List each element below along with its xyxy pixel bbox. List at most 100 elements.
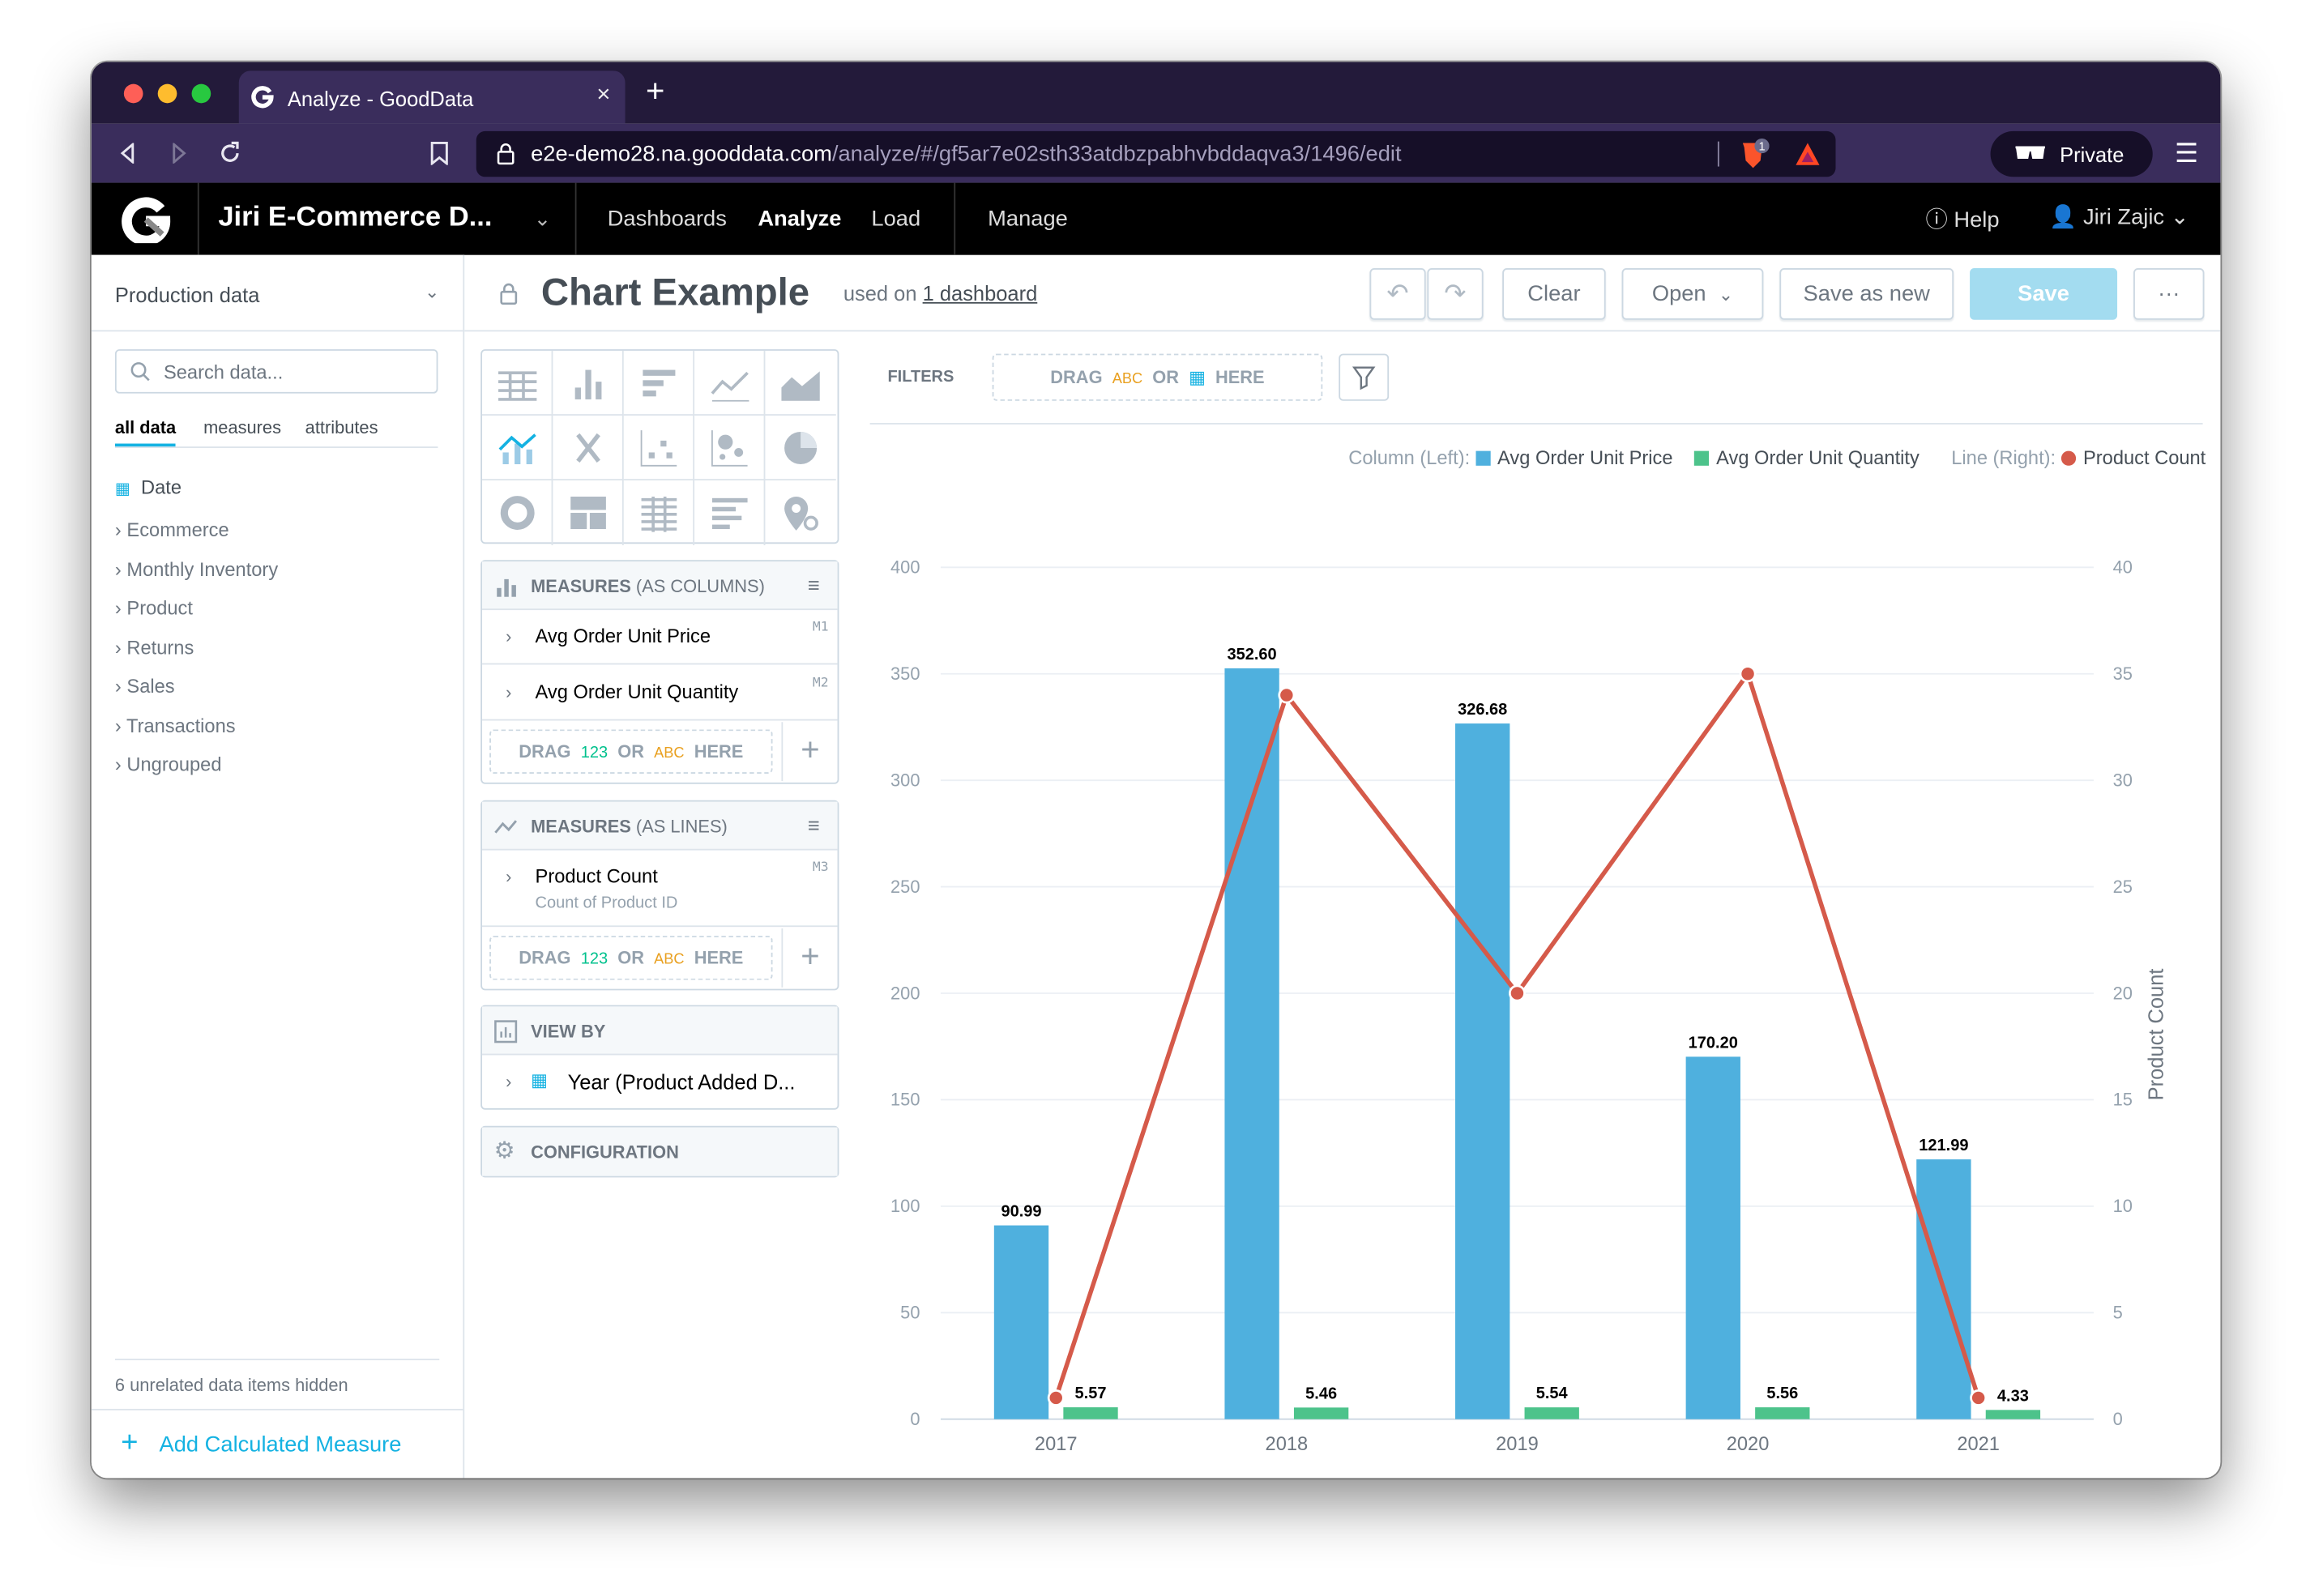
catalog-folder-returns[interactable]: › Returns	[115, 637, 194, 659]
undo-button[interactable]: ↶	[1369, 268, 1426, 320]
add-calculated-measure-button[interactable]: + Add Calculated Measure	[91, 1408, 463, 1478]
chevron-right-icon[interactable]: ›	[506, 1071, 511, 1091]
catalog-folder-monthly-inventory[interactable]: › Monthly Inventory	[115, 558, 278, 580]
catalog-folder-transactions[interactable]: › Transactions	[115, 715, 236, 736]
bucket-drop-zone[interactable]: DRAG 123 OR ABC HERE	[489, 729, 773, 774]
save-button[interactable]: Save	[1970, 268, 2118, 320]
tab-all-data[interactable]: all data	[114, 417, 177, 447]
nav-load[interactable]: Load	[871, 207, 920, 232]
viz-line-button[interactable]	[694, 350, 766, 416]
calendar-icon: ▦	[1189, 366, 1206, 388]
legend-item[interactable]: Avg Order Unit Quantity	[1716, 446, 1920, 468]
open-button[interactable]: Open ⌄	[1621, 268, 1764, 320]
catalog-filter-tabs: all data measures attributes	[114, 416, 438, 448]
bucket-item[interactable]: › ▦ Year (Product Added D...	[482, 1055, 838, 1109]
viz-heatmap-button[interactable]	[624, 480, 695, 546]
viz-column-button[interactable]	[553, 350, 624, 416]
zoom-window-button[interactable]	[191, 83, 211, 104]
viz-scatter-button[interactable]	[623, 415, 695, 481]
viz-pie-button[interactable]	[765, 416, 836, 481]
legend-item[interactable]: Product Count	[2083, 446, 2206, 468]
viz-geo-button[interactable]	[765, 480, 835, 545]
catalog-item-date[interactable]: ▦ Date	[115, 476, 181, 498]
user-menu[interactable]: 👤 Jiri Zajic ⌄	[2049, 203, 2189, 230]
insight-title[interactable]: Chart Example	[541, 270, 809, 315]
more-options-button[interactable]: ···	[2133, 268, 2205, 320]
catalog-item-label: Transactions	[126, 715, 236, 737]
chevron-right-icon[interactable]: ›	[506, 682, 511, 702]
viz-bullet-button[interactable]	[553, 415, 624, 481]
redo-button[interactable]: ↷	[1427, 268, 1484, 320]
close-window-button[interactable]	[123, 83, 143, 104]
chevron-right-icon[interactable]: ›	[506, 626, 511, 647]
chevron-right-icon[interactable]: ›	[506, 867, 511, 887]
catalog-folder-product[interactable]: › Product	[115, 597, 193, 619]
user-name: Jiri Zajic	[2082, 204, 2165, 230]
app-header: Jiri E-Commerce D... ⌄ Dashboards Analyz…	[91, 182, 2221, 255]
viz-table-button[interactable]	[482, 350, 553, 416]
reload-icon[interactable]	[218, 141, 241, 165]
close-tab-icon[interactable]: ×	[596, 83, 610, 109]
tab-attributes[interactable]: attributes	[305, 417, 378, 437]
bucket-title-main: MEASURES	[531, 576, 631, 597]
clear-button[interactable]: Clear	[1502, 268, 1606, 320]
legend-item[interactable]: Avg Order Unit Price	[1497, 446, 1672, 468]
add-measure-plus-icon[interactable]: +	[781, 722, 837, 782]
browser-tab[interactable]: Analyze - GoodData ×	[238, 70, 626, 124]
viz-bar-button[interactable]	[623, 350, 695, 416]
datasource-selector[interactable]: Production data ⌄	[91, 255, 463, 332]
bucket-title-suffix: (AS COLUMNS)	[635, 576, 765, 597]
menu-icon[interactable]: ☰	[2175, 139, 2198, 169]
bucket-item[interactable]: › Avg Order Unit Quantity M2	[482, 666, 838, 721]
bucket-menu-icon[interactable]: ≡	[808, 574, 820, 597]
private-window-badge[interactable]: Private	[1990, 130, 2153, 177]
visualization-type-picker	[480, 349, 839, 546]
chevron-down-icon[interactable]: ⌄	[534, 207, 551, 232]
bar-chart-icon	[643, 369, 676, 397]
bat-rewards-icon[interactable]	[1793, 140, 1822, 169]
gooddata-logo-icon[interactable]	[121, 196, 171, 244]
nav-dashboards[interactable]: Dashboards	[608, 207, 727, 232]
catalog-folder-sales[interactable]: › Sales	[115, 675, 175, 697]
bucket-item[interactable]: › Product Count Count of Product ID M3	[482, 851, 838, 928]
catalog-folder-ungrouped[interactable]: › Ungrouped	[115, 753, 222, 775]
line-point-product-count	[1278, 686, 1296, 704]
drop-or: OR	[617, 740, 645, 762]
viz-donut-button[interactable]	[482, 480, 553, 546]
minimize-window-button[interactable]	[157, 83, 177, 104]
brave-shield-icon[interactable]: 1	[1737, 138, 1770, 171]
tab-measures[interactable]: measures	[203, 417, 281, 437]
viz-combo-button[interactable]	[482, 415, 553, 481]
forward-icon[interactable]	[168, 143, 188, 164]
save-as-new-button[interactable]: Save as new	[1779, 268, 1954, 320]
workspace-name[interactable]: Jiri E-Commerce D...	[218, 202, 492, 234]
configuration-panel[interactable]: ⚙ CONFIGURATION	[480, 1125, 839, 1178]
viz-headline-button[interactable]	[694, 480, 766, 546]
bucket-drop-zone[interactable]: DRAG 123 OR ABC HERE	[489, 936, 773, 980]
filter-drop-zone[interactable]: DRAG ABC OR ▦ HERE	[992, 353, 1323, 401]
search-input[interactable]	[163, 356, 429, 386]
user-icon: 👤	[2049, 204, 2078, 230]
filter-settings-button[interactable]	[1339, 353, 1390, 401]
new-tab-button[interactable]: +	[646, 75, 664, 107]
viz-bubble-button[interactable]	[694, 415, 766, 481]
used-on-dashboard-link[interactable]: 1 dashboard	[923, 281, 1038, 305]
drop-here: HERE	[694, 947, 744, 969]
back-icon[interactable]	[118, 143, 139, 164]
viz-treemap-button[interactable]	[553, 480, 624, 546]
bookmark-icon[interactable]	[430, 141, 448, 165]
nav-manage[interactable]: Manage	[988, 207, 1068, 232]
chevron-right-icon: ›	[114, 518, 122, 541]
y-tick-left: 400	[890, 557, 920, 578]
search-box[interactable]	[114, 349, 438, 394]
address-bar[interactable]: e2e-demo28.na.gooddata.com/analyze/#/gf5…	[476, 130, 1836, 177]
bucket-item[interactable]: › Avg Order Unit Price M1	[482, 610, 838, 665]
x-tick-label: 2019	[1496, 1434, 1539, 1455]
add-measure-plus-icon[interactable]: +	[781, 928, 837, 988]
help-link[interactable]: ⓘ Help	[1926, 203, 2000, 234]
viz-area-button[interactable]	[765, 351, 836, 416]
bucket-menu-icon[interactable]: ≡	[808, 813, 820, 837]
catalog-folder-ecommerce[interactable]: › Ecommerce	[115, 518, 229, 540]
nav-analyze[interactable]: Analyze	[758, 207, 841, 232]
chevron-right-icon: ›	[114, 753, 122, 775]
